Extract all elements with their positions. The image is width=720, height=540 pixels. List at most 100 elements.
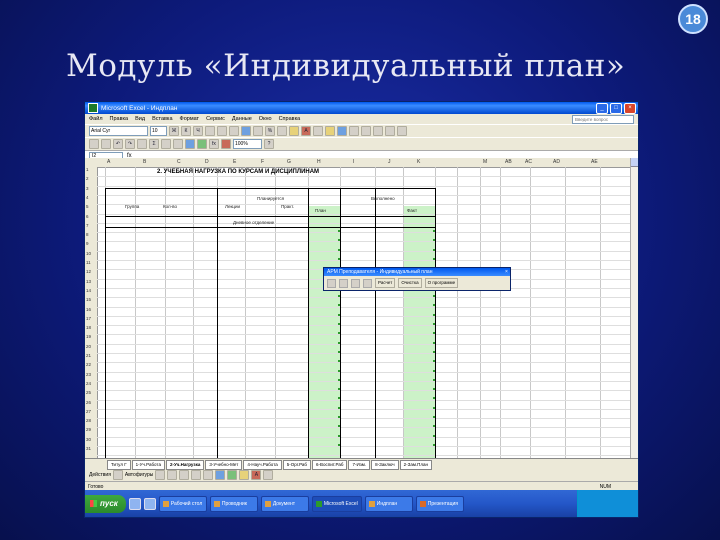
ask-question-input[interactable]: Введите вопрос [572, 114, 634, 124]
row-header[interactable]: 24 [86, 381, 91, 386]
italic-icon[interactable]: К [181, 126, 191, 136]
menu-file[interactable]: Файл [89, 116, 103, 122]
col-header[interactable]: J [388, 159, 391, 165]
move-down-icon[interactable] [363, 278, 372, 288]
row-header[interactable]: 7 [86, 223, 89, 228]
taskbar-item[interactable]: Презентация [415, 495, 464, 512]
col-header[interactable]: E [233, 159, 236, 165]
sheet-tab[interactable]: 2-Зам.План [399, 459, 433, 470]
menu-data[interactable]: Данные [232, 116, 252, 122]
menu-format[interactable]: Формат [180, 116, 200, 122]
row-header[interactable]: 1 [86, 167, 89, 172]
maximize-button[interactable]: □ [610, 102, 622, 114]
taskbar-item[interactable]: Рабочий стол [158, 495, 207, 512]
underline-icon[interactable]: Ч [193, 126, 203, 136]
new-file-icon[interactable] [313, 126, 323, 136]
line-icon[interactable] [155, 470, 166, 480]
minimize-button[interactable]: _ [596, 102, 608, 114]
floating-toolbar-title[interactable]: АРМ Преподавателя - Индивидуальный план … [324, 268, 510, 276]
row-header[interactable]: 11 [86, 260, 91, 265]
pencil-icon[interactable] [327, 278, 336, 288]
copy-icon[interactable] [397, 126, 407, 136]
row-header[interactable]: 16 [86, 307, 91, 312]
row-header[interactable]: 21 [86, 353, 91, 358]
macro-icon[interactable] [221, 139, 231, 149]
menu-insert[interactable]: Вставка [152, 116, 172, 122]
col-header[interactable]: H [317, 159, 321, 165]
align-left-icon[interactable] [205, 126, 215, 136]
row-header[interactable]: 23 [86, 372, 91, 377]
print-icon[interactable] [349, 126, 359, 136]
start-button[interactable]: пуск [85, 494, 126, 513]
col-header[interactable]: B [143, 159, 146, 165]
help-icon[interactable]: ? [264, 139, 274, 149]
row-header[interactable]: 25 [86, 390, 91, 395]
row-header[interactable]: 13 [86, 279, 91, 284]
sort-desc-icon[interactable] [173, 139, 183, 149]
window-titlebar[interactable]: Microsoft Excel - Индплан _ □ × [85, 102, 638, 114]
drawing-icon[interactable] [197, 139, 207, 149]
sheet-tab[interactable]: 7-Изм. [348, 459, 371, 470]
col-header[interactable]: C [177, 159, 181, 165]
arrow-icon[interactable] [167, 470, 178, 480]
spreadsheet-grid[interactable]: A B C D E F G H I J K M AB AC AD AE 1234… [85, 158, 630, 458]
sheet-tab[interactable]: 6-Воспит.Раб [312, 459, 348, 470]
merge-cells-icon[interactable] [241, 126, 251, 136]
taskbar-item-active[interactable]: Microsoft Excel [311, 495, 362, 512]
select-arrow-icon[interactable] [112, 470, 123, 480]
align-center-icon[interactable] [217, 126, 227, 136]
vertical-scrollbar[interactable] [630, 158, 638, 458]
scroll-up-icon[interactable] [631, 158, 638, 167]
taskbar-item[interactable]: Индплан [364, 495, 413, 512]
row-header[interactable]: 14 [86, 288, 91, 293]
sheet-tab[interactable]: 1-Уч.Работа [131, 459, 165, 470]
about-button[interactable]: О программе [424, 278, 459, 288]
actions-menu[interactable]: Действия [89, 472, 111, 478]
row-header[interactable]: 4 [86, 195, 89, 200]
chart-wizard-icon[interactable] [185, 139, 195, 149]
row-header[interactable]: 9 [86, 241, 89, 246]
col-header[interactable]: D [205, 159, 209, 165]
col-header[interactable]: AD [553, 159, 560, 165]
menu-window[interactable]: Окно [259, 116, 272, 122]
sheet-tab-active[interactable]: 2-Уч.Нагрузка [165, 459, 205, 470]
rectangle-icon[interactable] [179, 470, 190, 480]
close-button[interactable]: × [624, 102, 636, 114]
bold-icon[interactable]: Ж [169, 126, 179, 136]
zoom-dropdown[interactable]: 100% [233, 139, 262, 149]
function-icon[interactable]: fx [209, 139, 219, 149]
row-header[interactable]: 30 [86, 437, 91, 442]
row-header[interactable]: 17 [86, 316, 91, 321]
sheet-tab[interactable]: Титул Г [107, 459, 131, 470]
redo-icon[interactable]: ↷ [125, 139, 135, 149]
col-header[interactable]: AB [505, 159, 512, 165]
open-file-icon[interactable] [325, 126, 335, 136]
row-header[interactable]: 27 [86, 409, 91, 414]
taskbar-item[interactable]: Документ [260, 495, 309, 512]
col-header[interactable]: K [417, 159, 420, 165]
line-style-icon[interactable] [263, 470, 274, 480]
col-header[interactable]: AC [525, 159, 532, 165]
calc-button[interactable]: Расчет [375, 278, 396, 288]
move-up-icon[interactable] [351, 278, 360, 288]
row-header[interactable]: 28 [86, 418, 91, 423]
font-name-dropdown[interactable]: Arial Cyr [89, 126, 148, 136]
col-header[interactable]: M [483, 159, 487, 165]
col-header[interactable]: I [353, 159, 354, 165]
row-header[interactable]: 31 [86, 446, 91, 451]
col-header[interactable]: A [107, 159, 110, 165]
fill-color-icon[interactable] [239, 470, 250, 480]
percent-icon[interactable]: % [265, 126, 275, 136]
col-header[interactable]: G [287, 159, 291, 165]
preview-icon[interactable] [361, 126, 371, 136]
close-icon[interactable]: × [503, 268, 510, 276]
textbox-icon[interactable] [203, 470, 214, 480]
row-header[interactable]: 15 [86, 297, 91, 302]
sheet-tab[interactable]: 4-Науч.Работа [243, 459, 282, 470]
sheet-tab[interactable]: 5-Орг.Раб [282, 459, 311, 470]
align-right-icon[interactable] [229, 126, 239, 136]
autosum-icon[interactable]: Σ [149, 139, 159, 149]
hyperlink-icon[interactable] [137, 139, 147, 149]
quicklaunch-desktop-icon[interactable] [128, 497, 141, 510]
sheet-tab[interactable]: 3-Учебно-Мет [205, 459, 243, 470]
